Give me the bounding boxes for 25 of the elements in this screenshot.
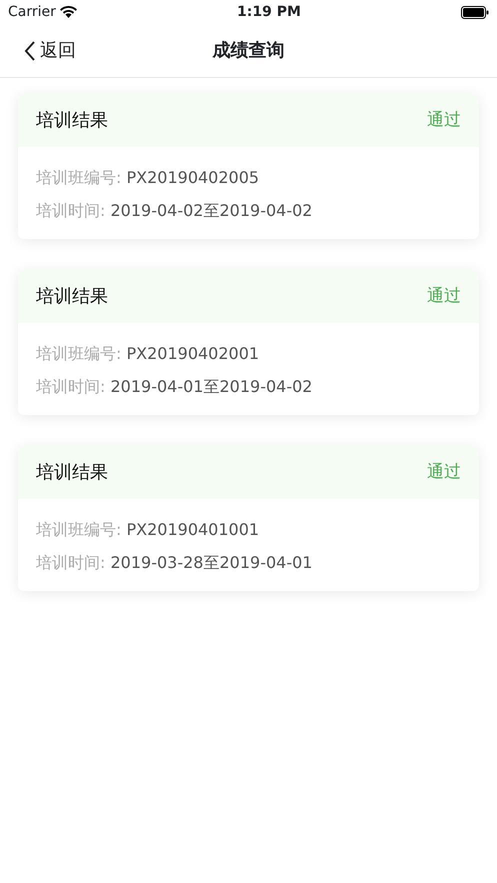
field-value: PX20190401001 <box>126 520 260 539</box>
status-text: 通过 <box>427 460 461 484</box>
field-label: 培训班编号: <box>36 344 122 363</box>
field-value: PX20190402001 <box>126 344 260 363</box>
field-value: 2019-04-01至2019-04-02 <box>110 377 312 396</box>
carrier-text: Carrier <box>8 2 56 22</box>
field-value: PX20190402005 <box>126 168 260 187</box>
chevron-left-icon <box>24 40 36 60</box>
card-title: 培训结果 <box>36 109 108 133</box>
field-label: 培训班编号: <box>36 168 122 187</box>
field-label: 培训时间: <box>36 553 106 572</box>
page-title: 成绩查询 <box>212 39 284 63</box>
field-label: 培训时间: <box>36 201 106 220</box>
field-label: 培训时间: <box>36 377 106 396</box>
status-time: 1:19 PM <box>237 2 301 22</box>
battery-icon <box>461 6 489 18</box>
back-button[interactable]: 返回 <box>0 37 76 64</box>
card-title: 培训结果 <box>36 285 108 309</box>
status-text: 通过 <box>427 284 461 308</box>
field-value: 2019-03-28至2019-04-01 <box>110 553 312 572</box>
wifi-icon <box>60 6 77 18</box>
field-value: 2019-04-02至2019-04-02 <box>110 201 312 220</box>
status-text: 通过 <box>427 108 461 132</box>
field-label: 培训班编号: <box>36 520 122 539</box>
card-title: 培训结果 <box>36 461 108 485</box>
